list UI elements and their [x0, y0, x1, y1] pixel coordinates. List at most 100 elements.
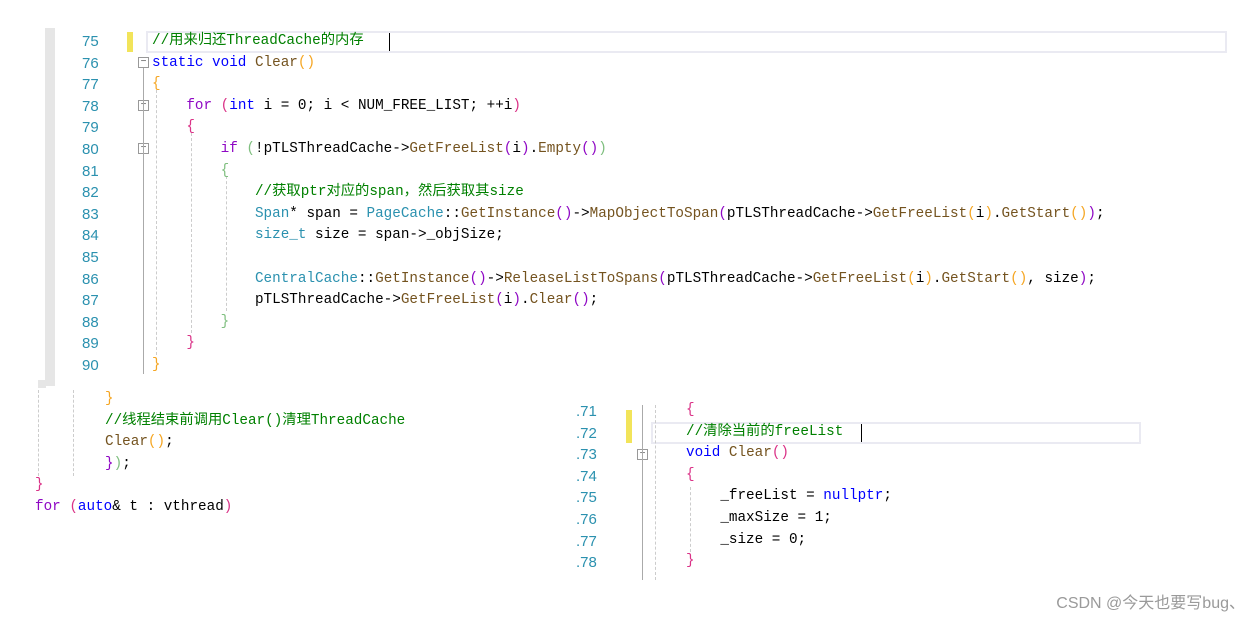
code-line: {	[152, 161, 230, 183]
code-line: {	[152, 74, 161, 96]
code-line: CentralCache::GetInstance()->ReleaseList…	[152, 269, 1096, 291]
code-token: ::	[357, 270, 376, 287]
code-token: ()	[1010, 270, 1028, 287]
code-line: if (!pTLSThreadCache->GetFreeList(i).Emp…	[152, 139, 607, 161]
code-line: }	[152, 333, 195, 355]
code-token: )	[512, 292, 521, 309]
code-token: GetFreeList	[400, 292, 496, 309]
code-token: ;	[883, 488, 892, 505]
code-token: PageCache	[366, 205, 444, 222]
code-line: }	[152, 355, 161, 377]
code-token: _maxSize = 1;	[686, 510, 832, 526]
code-line: //清除当前的freeList	[686, 422, 843, 444]
code-token: //用来归还ThreadCache的内存	[152, 33, 364, 49]
code-token: Clear	[105, 434, 148, 451]
code-token: GetFreeList	[409, 141, 504, 157]
code-token: }	[220, 313, 230, 330]
line-number: .77	[576, 532, 597, 550]
code-token: ;	[1095, 205, 1105, 222]
code-token: }	[105, 391, 114, 407]
code-token: _freeList =	[686, 488, 824, 505]
code-token: GetFreeList	[872, 205, 968, 222]
change-marker	[127, 32, 133, 52]
code-token: ()	[581, 141, 599, 157]
code-line: for (auto& t : vthread)	[35, 497, 232, 519]
code-line: //获取ptr对应的span，然后获取其size	[152, 182, 524, 204]
code-token: GetStart	[1001, 205, 1071, 222]
change-marker	[626, 410, 632, 443]
code-token: ()	[555, 205, 573, 222]
code-token: !pTLSThreadCache->	[254, 141, 410, 157]
code-token: ()	[469, 270, 487, 287]
code-line: {	[152, 117, 195, 139]
code-line: //线程结束前调用Clear()清理ThreadCache	[105, 411, 405, 433]
code-token: GetFreeList	[812, 270, 908, 287]
code-line: {	[686, 465, 695, 487]
code-token: ReleaseListToSpans	[503, 270, 659, 287]
code-token: (	[718, 205, 727, 222]
code-token: i	[915, 270, 925, 287]
code-line: static void Clear()	[152, 53, 315, 75]
code-token: for	[35, 498, 61, 515]
code-line: for (int i = 0; i < NUM_FREE_LIST; ++i)	[152, 96, 521, 118]
line-number: 88	[82, 313, 99, 331]
editor-margin	[45, 28, 55, 386]
code-token: ()	[1070, 205, 1088, 222]
code-token: }	[152, 357, 161, 373]
code-token: ()	[771, 445, 789, 462]
line-number: 89	[82, 335, 99, 353]
code-line: _freeList = nullptr;	[686, 486, 892, 508]
code-line: {	[686, 400, 695, 422]
code-token: )	[924, 270, 933, 287]
line-number: .75	[576, 489, 597, 507]
code-line: pTLSThreadCache->GetFreeList(i).Clear();	[152, 290, 598, 312]
code-line: }	[686, 551, 695, 573]
code-token: {	[686, 402, 695, 418]
code-token: )	[984, 205, 993, 222]
code-token: pTLSThreadCache->	[254, 292, 401, 309]
code-token: & t : vthread	[112, 498, 224, 515]
code-token: //获取ptr对应的span，然后获取其size	[254, 184, 524, 201]
code-line: Clear();	[105, 432, 174, 454]
code-token: GetStart	[941, 270, 1011, 287]
code-token: static void	[152, 54, 255, 71]
watermark: CSDN @今天也要写bug、	[1056, 595, 1245, 612]
line-number: .78	[576, 554, 597, 572]
code-token: pTLSThreadCache->	[726, 205, 873, 222]
line-number: .72	[576, 424, 597, 442]
line-number: 75	[82, 33, 99, 50]
code-token: .	[529, 141, 539, 157]
code-token: for	[186, 97, 213, 114]
code-token: ()	[297, 54, 316, 71]
code-token: nullptr	[823, 488, 884, 505]
code-token: {	[152, 76, 161, 93]
code-token: }	[686, 553, 695, 570]
code-line: _size = 0;	[686, 530, 806, 552]
code-token: void	[686, 445, 729, 462]
line-number: 81	[82, 162, 99, 180]
line-number: 76	[82, 54, 99, 72]
code-token: (	[495, 292, 504, 309]
code-token: (	[658, 270, 667, 287]
code-token: Empty	[538, 141, 582, 157]
code-line: Span* span = PageCache::GetInstance()->M…	[152, 204, 1105, 226]
code-token: ::	[443, 205, 461, 222]
code-token: pTLSThreadCache->	[666, 270, 813, 287]
code-token: Clear	[254, 54, 298, 71]
collapse-icon[interactable]: −	[138, 57, 149, 68]
code-token: * span =	[289, 205, 367, 222]
text-caret	[389, 33, 390, 51]
code-line: }	[105, 389, 114, 411]
code-token: (	[212, 97, 230, 114]
code-token: )	[520, 141, 530, 157]
code-token: , size	[1027, 270, 1079, 287]
code-token: }	[105, 455, 114, 472]
line-number: 85	[82, 249, 99, 266]
code-token: ->	[486, 270, 504, 287]
code-token: ;	[165, 434, 174, 451]
